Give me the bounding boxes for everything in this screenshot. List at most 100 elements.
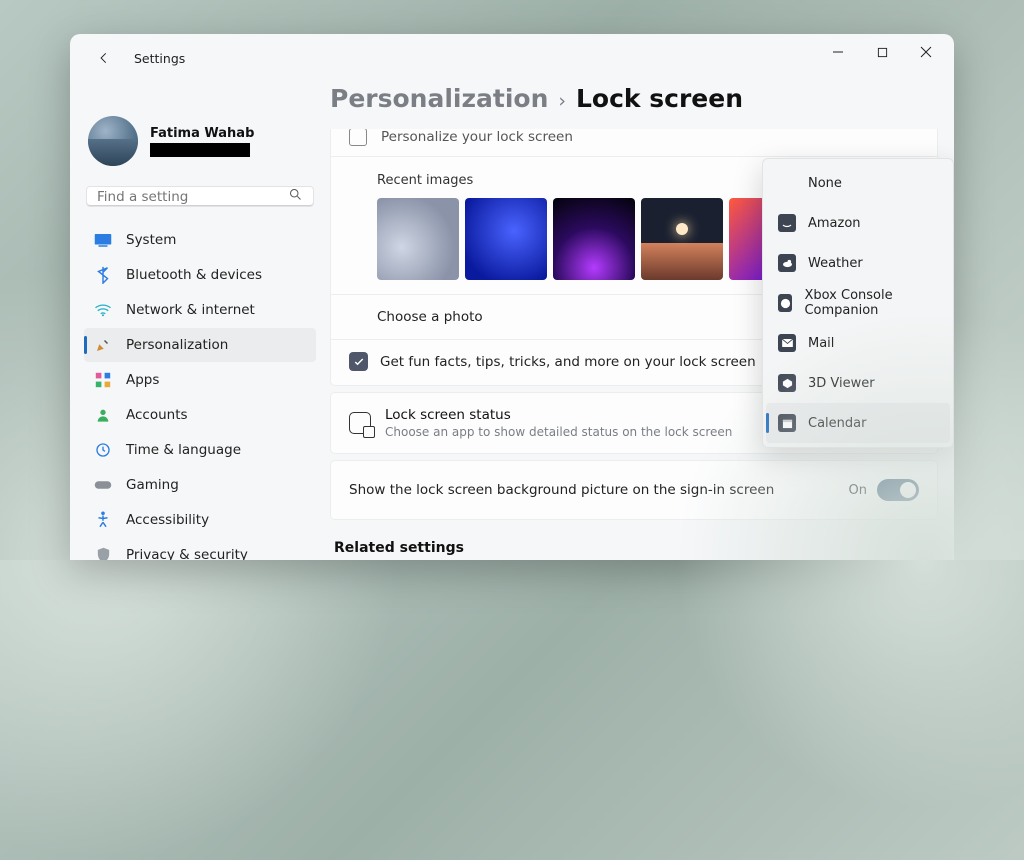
nav-list: System Bluetooth & devices Network & int… [84, 223, 316, 560]
clock-icon [94, 441, 112, 459]
sidebar-item-time-language[interactable]: Time & language [84, 433, 316, 467]
fun-facts-label: Get fun facts, tips, tricks, and more on… [380, 354, 756, 370]
flyout-item-label: Xbox Console Companion [804, 288, 938, 318]
signin-bg-card: Show the lock screen background picture … [330, 460, 938, 520]
flyout-item-label: 3D Viewer [808, 376, 875, 391]
settings-window: Settings Fatima Wahab [70, 34, 954, 560]
accounts-icon [94, 406, 112, 424]
flyout-item-calendar[interactable]: Calendar [766, 403, 950, 443]
close-button[interactable] [904, 37, 948, 67]
accessibility-icon [94, 511, 112, 529]
personalize-row[interactable]: Personalize your lock screen [331, 129, 937, 157]
signin-bg-label: Show the lock screen background picture … [349, 482, 774, 498]
profile-name: Fatima Wahab [150, 126, 254, 141]
search-input[interactable] [97, 189, 288, 205]
status-app-icon [349, 412, 371, 434]
check-icon [353, 356, 365, 368]
recent-image-thumb[interactable] [465, 198, 547, 280]
cube-icon [778, 374, 796, 392]
maximize-button[interactable] [860, 37, 904, 67]
status-app-flyout: None Amazon Weather Xbox Console Compani… [762, 158, 954, 448]
back-button[interactable] [88, 42, 120, 74]
sidebar-item-network[interactable]: Network & internet [84, 293, 316, 327]
flyout-item-label: Amazon [808, 216, 861, 231]
minimize-button[interactable] [816, 37, 860, 67]
recent-image-thumb[interactable] [729, 198, 763, 280]
fun-facts-row[interactable]: Get fun facts, tips, tricks, and more on… [331, 339, 937, 385]
chevron-right-icon: › [558, 90, 566, 112]
sidebar-item-bluetooth[interactable]: Bluetooth & devices [84, 258, 316, 292]
back-arrow-icon [97, 51, 111, 65]
none-icon [778, 174, 796, 192]
sidebar-item-label: Privacy & security [126, 547, 248, 560]
avatar [88, 116, 138, 166]
system-icon [94, 231, 112, 249]
header: Settings [88, 42, 185, 74]
sidebar-item-apps[interactable]: Apps [84, 363, 316, 397]
status-subtitle: Choose an app to show detailed status on… [385, 425, 732, 439]
main-content: Personalization › Lock screen Personaliz… [330, 70, 954, 560]
mail-icon [778, 334, 796, 352]
app-title: Settings [134, 51, 185, 66]
choose-photo-label: Choose a photo [377, 309, 483, 325]
apps-icon [94, 371, 112, 389]
maximize-icon [877, 47, 888, 58]
shield-icon [94, 546, 112, 560]
bluetooth-icon [94, 266, 112, 284]
flyout-item-label: Mail [808, 336, 834, 351]
sidebar: Fatima Wahab System Bluetooth & devices [70, 70, 330, 560]
close-icon [920, 46, 932, 58]
fun-facts-checkbox[interactable] [349, 352, 368, 371]
wifi-icon [94, 301, 112, 319]
picture-icon [349, 129, 367, 146]
personalization-icon [94, 336, 112, 354]
sidebar-item-label: Apps [126, 372, 159, 388]
personalize-label: Personalize your lock screen [381, 129, 573, 145]
sidebar-item-gaming[interactable]: Gaming [84, 468, 316, 502]
flyout-item-3dviewer[interactable]: 3D Viewer [766, 363, 950, 403]
status-title: Lock screen status [385, 407, 732, 423]
sidebar-item-accessibility[interactable]: Accessibility [84, 503, 316, 537]
sidebar-item-label: Time & language [126, 442, 241, 458]
flyout-item-xbox[interactable]: Xbox Console Companion [766, 283, 950, 323]
recent-image-thumb[interactable] [553, 198, 635, 280]
lockscreen-status-card[interactable]: Lock screen status Choose an app to show… [330, 392, 938, 454]
profile-block[interactable]: Fatima Wahab [84, 116, 316, 180]
page-title: Lock screen [576, 84, 743, 113]
flyout-item-label: Weather [808, 256, 863, 271]
amazon-icon [778, 214, 796, 232]
toggle-state-text: On [849, 483, 867, 498]
sidebar-item-label: Gaming [126, 477, 179, 493]
profile-email-redacted [150, 143, 250, 157]
signin-bg-toggle[interactable] [877, 479, 919, 501]
sidebar-item-personalization[interactable]: Personalization [84, 328, 316, 362]
search-icon [288, 187, 303, 206]
flyout-item-amazon[interactable]: Amazon [766, 203, 950, 243]
flyout-item-mail[interactable]: Mail [766, 323, 950, 363]
flyout-item-label: None [808, 176, 842, 191]
sidebar-item-label: System [126, 232, 176, 248]
flyout-item-none[interactable]: None [766, 163, 950, 203]
gaming-icon [94, 476, 112, 494]
flyout-item-label: Calendar [808, 416, 866, 431]
calendar-icon [778, 414, 796, 432]
minimize-icon [832, 46, 844, 58]
related-settings-heading: Related settings [330, 526, 938, 556]
breadcrumb-parent[interactable]: Personalization [330, 84, 548, 113]
sidebar-item-privacy[interactable]: Privacy & security [84, 538, 316, 560]
sidebar-item-accounts[interactable]: Accounts [84, 398, 316, 432]
sidebar-item-label: Bluetooth & devices [126, 267, 262, 283]
sidebar-item-label: Accessibility [126, 512, 209, 528]
recent-image-thumb[interactable] [641, 198, 723, 280]
flyout-item-weather[interactable]: Weather [766, 243, 950, 283]
sidebar-item-system[interactable]: System [84, 223, 316, 257]
sidebar-item-label: Network & internet [126, 302, 255, 318]
breadcrumb: Personalization › Lock screen [330, 70, 954, 129]
sidebar-item-label: Accounts [126, 407, 188, 423]
recent-image-thumb[interactable] [377, 198, 459, 280]
xbox-icon [778, 294, 792, 312]
sidebar-item-label: Personalization [126, 337, 228, 353]
weather-icon [778, 254, 796, 272]
search-box[interactable] [86, 186, 314, 207]
titlebar [70, 34, 954, 70]
